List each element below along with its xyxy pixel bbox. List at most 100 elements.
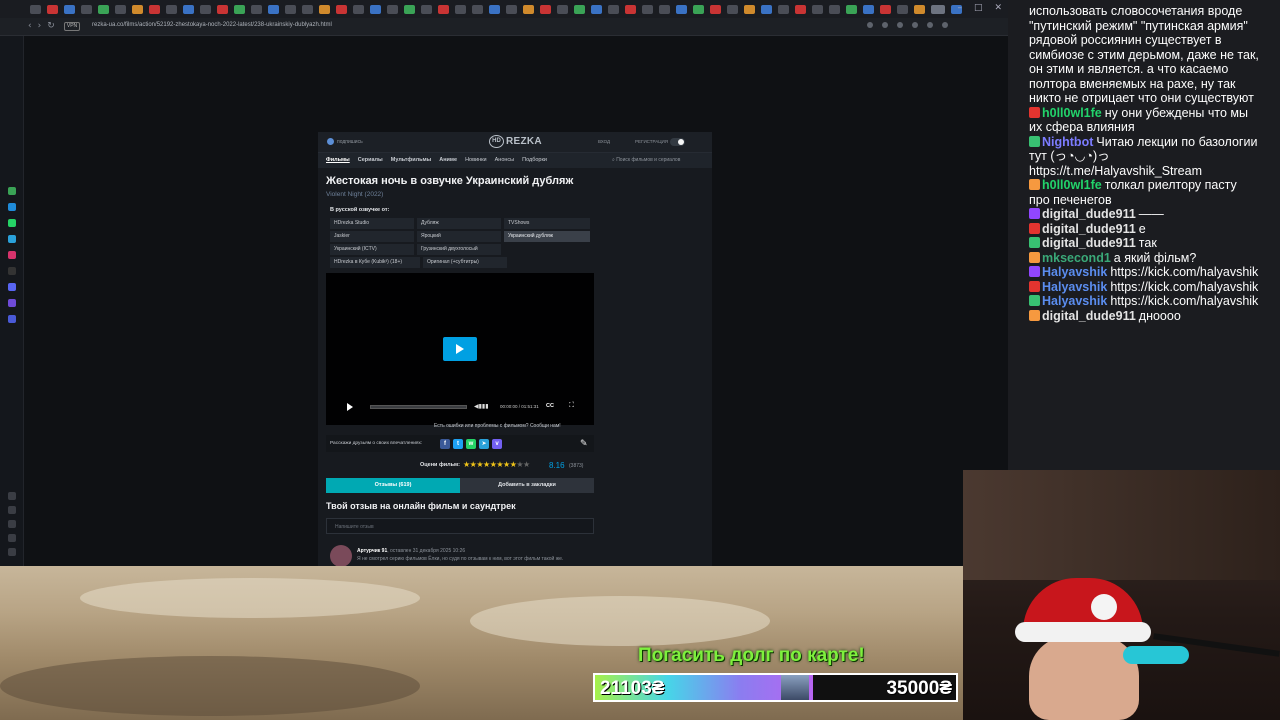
chat-username[interactable]: digital_dude911 — [1042, 309, 1136, 323]
chat-username[interactable]: Nightbot — [1042, 135, 1093, 149]
volume-icon[interactable]: ◀▮▮▮ — [474, 403, 489, 410]
browser-tab[interactable] — [234, 4, 245, 14]
chat-username[interactable]: digital_dude911 — [1042, 236, 1136, 250]
browser-tab[interactable] — [353, 4, 364, 14]
browser-tab[interactable] — [676, 4, 687, 14]
browser-tab[interactable] — [574, 4, 585, 14]
star-icon[interactable]: ★ — [463, 460, 470, 469]
facebook-icon[interactable]: f — [440, 439, 450, 449]
browser-tab[interactable] — [149, 4, 160, 14]
rating-stars[interactable]: ★★★★★★★★★★ — [463, 460, 530, 469]
browser-tab[interactable] — [200, 4, 211, 14]
vpn-badge[interactable]: VPN — [64, 22, 80, 31]
browser-tab[interactable] — [506, 4, 517, 14]
whatsapp-icon[interactable]: w — [466, 439, 476, 449]
search-input[interactable]: ⌕ Поиск фильмов и сериалов — [612, 157, 680, 163]
browser-tab[interactable] — [30, 4, 41, 14]
translation-option[interactable]: Оригинал (+субтитры) — [423, 257, 507, 268]
sidebar-app-icon[interactable] — [8, 299, 16, 307]
nav-item[interactable]: Фильмы — [326, 157, 350, 163]
browser-tab[interactable] — [336, 4, 347, 14]
more-icon[interactable] — [8, 548, 16, 556]
browser-tab[interactable] — [812, 4, 823, 14]
browser-tab[interactable] — [370, 4, 381, 14]
chat-username[interactable]: h0ll0wl1fe — [1042, 106, 1102, 120]
minimize-icon[interactable]: – — [957, 3, 962, 13]
nav-item[interactable]: Мультфильмы — [391, 157, 432, 163]
browser-tab[interactable] — [931, 4, 945, 14]
translation-option[interactable]: HDrezka в Кубе (Kubik³) (18+) — [330, 257, 420, 268]
browser-tab[interactable] — [829, 4, 840, 14]
translation-option[interactable]: TVShows — [504, 218, 590, 229]
translation-option[interactable]: Jaskier — [330, 231, 414, 242]
chat-username[interactable]: mksecond1 — [1042, 251, 1111, 265]
x-icon[interactable] — [8, 267, 16, 275]
sidebar-app-icon[interactable] — [8, 315, 16, 323]
chat-username[interactable]: Halyavshik — [1042, 280, 1107, 294]
extension-icon[interactable] — [867, 22, 873, 28]
browser-tab[interactable] — [115, 4, 126, 14]
star-icon[interactable]: ★ — [476, 460, 483, 469]
report-link[interactable]: Есть ошибки или проблемы с фильмом? Сооб… — [434, 423, 561, 429]
browser-tab[interactable] — [98, 4, 109, 14]
translation-option[interactable]: Грузинский двухголосый — [417, 244, 501, 255]
nav-item[interactable]: Анонсы — [495, 157, 515, 163]
browser-tab[interactable] — [795, 4, 806, 14]
extension-icon[interactable] — [927, 22, 933, 28]
play-icon[interactable] — [443, 337, 477, 361]
browser-tab[interactable] — [659, 4, 670, 14]
fullscreen-icon[interactable]: ⛶ — [569, 402, 574, 410]
chat-username[interactable]: digital_dude911 — [1042, 222, 1136, 236]
browser-tab[interactable] — [778, 4, 789, 14]
translation-option[interactable]: Украинский (ICTV) — [330, 244, 414, 255]
subtitles-button[interactable]: CC — [546, 403, 554, 409]
chat-username[interactable]: digital_dude911 — [1042, 207, 1136, 221]
browser-tab[interactable] — [523, 4, 534, 14]
browser-tab[interactable] — [744, 4, 755, 14]
close-icon[interactable]: ✕ — [994, 3, 1002, 13]
theme-toggle[interactable] — [670, 138, 685, 146]
bookmark-button[interactable]: Добавить в закладки — [460, 478, 594, 493]
whatsapp-icon[interactable] — [8, 219, 16, 227]
browser-tab[interactable] — [132, 4, 143, 14]
star-icon[interactable]: ★ — [503, 460, 510, 469]
site-logo[interactable]: HD REZKA — [489, 135, 542, 148]
nav-item[interactable]: Новинки — [465, 157, 487, 163]
browser-tab[interactable] — [557, 4, 568, 14]
play-pause-icon[interactable] — [347, 403, 353, 411]
extension-icon[interactable] — [912, 22, 918, 28]
download-icon[interactable] — [8, 520, 16, 528]
browser-tab[interactable] — [625, 4, 636, 14]
sidebar-app-icon[interactable] — [8, 187, 16, 195]
nav-item[interactable]: Подборки — [522, 157, 547, 163]
browser-tab[interactable] — [404, 4, 415, 14]
browser-tab[interactable] — [914, 4, 925, 14]
forward-icon[interactable]: › — [38, 21, 48, 31]
extension-icon[interactable] — [942, 22, 948, 28]
browser-tab[interactable] — [727, 4, 738, 14]
browser-tab[interactable] — [421, 4, 432, 14]
nav-item[interactable]: Аниме — [439, 157, 457, 163]
browser-tab[interactable] — [897, 4, 908, 14]
browser-tab[interactable] — [387, 4, 398, 14]
messenger-icon[interactable] — [8, 203, 16, 211]
translation-option[interactable]: Яроцкий — [417, 231, 501, 242]
settings-icon[interactable] — [8, 534, 16, 542]
subscribe-link[interactable]: подпишись — [327, 138, 363, 145]
translation-option[interactable]: HDrezka Studio — [330, 218, 414, 229]
telegram-icon[interactable] — [8, 235, 16, 243]
edit-icon[interactable]: ✎ — [580, 438, 592, 450]
telegram-icon[interactable]: ➤ — [479, 439, 489, 449]
browser-tab[interactable] — [455, 4, 466, 14]
login-button[interactable]: ВХОД — [598, 139, 610, 144]
chat-username[interactable]: h0ll0wl1fe — [1042, 178, 1102, 192]
browser-tab[interactable] — [47, 4, 58, 14]
browser-tab[interactable] — [438, 4, 449, 14]
tab-reviews[interactable]: Отзывы (619) — [326, 478, 460, 493]
reload-icon[interactable]: ↻ — [47, 21, 61, 31]
extension-icon[interactable] — [882, 22, 888, 28]
seek-bar[interactable] — [370, 405, 467, 409]
register-button[interactable]: РЕГИСТРАЦИЯ — [635, 139, 668, 144]
browser-tab[interactable] — [251, 4, 262, 14]
twitter-icon[interactable]: t — [453, 439, 463, 449]
